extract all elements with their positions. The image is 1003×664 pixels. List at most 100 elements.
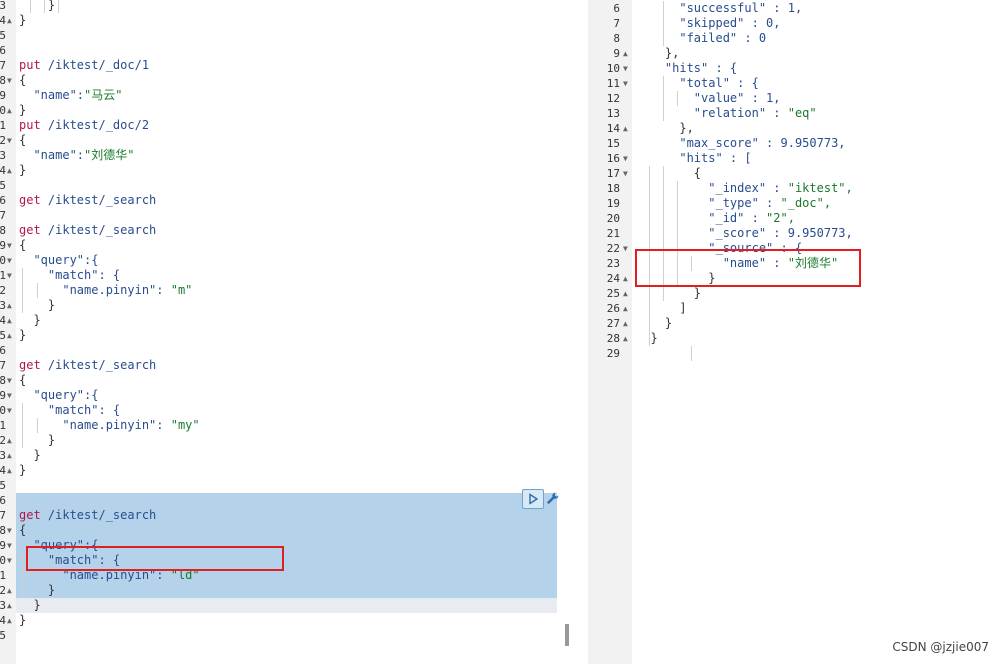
- line-number: 4: [0, 614, 6, 627]
- code-line: "_type" : "_doc",: [636, 196, 831, 211]
- fold-toggle-icon[interactable]: ▼: [7, 73, 12, 88]
- code-token: }: [636, 286, 702, 300]
- response-viewer: 6 "successful" : 1, 7 "skipped" : 0, 8 "fa…: [588, 0, 1003, 664]
- code-token: "2",: [766, 211, 795, 225]
- line-number: 11: [606, 77, 620, 90]
- line-number: 5: [0, 479, 6, 492]
- code-token: "_doc",: [780, 196, 832, 210]
- fold-toggle-icon[interactable]: ▼: [623, 76, 628, 91]
- code-line: }: [19, 463, 26, 478]
- code-token: "match": {: [19, 268, 121, 282]
- code-token: "match": {: [19, 403, 121, 417]
- fold-toggle-icon[interactable]: ▼: [7, 373, 12, 388]
- pane-divider[interactable]: ||: [572, 0, 589, 664]
- code-line: "name":"马云": [19, 88, 122, 103]
- line-number: 4: [0, 314, 6, 327]
- code-token: },: [636, 121, 694, 135]
- code-line: {: [19, 133, 26, 148]
- code-token: }: [19, 598, 41, 612]
- line-number: 9: [0, 389, 6, 402]
- line-number: 7: [0, 209, 6, 222]
- line-number: 29: [606, 347, 620, 360]
- line-number: 28: [606, 332, 620, 345]
- code-token: get: [19, 193, 48, 207]
- code-token: /iktest/_search: [47, 358, 157, 372]
- editor-scrollbar[interactable]: [565, 624, 569, 646]
- fold-toggle-icon[interactable]: ▼: [7, 268, 12, 283]
- code-line: "hits" : {: [636, 61, 737, 76]
- code-token: "hits" : [: [636, 151, 752, 165]
- code-line: put /iktest/_doc/2: [19, 118, 149, 133]
- code-token: }: [19, 103, 27, 117]
- code-token: "successful" :: [636, 1, 788, 15]
- line-number: 2: [0, 434, 6, 447]
- code-line: }: [19, 298, 55, 313]
- fold-end-icon: ▲: [7, 301, 12, 310]
- code-line: }: [19, 103, 26, 118]
- line-number: 9: [613, 47, 620, 60]
- kibana-dev-tools: 3 } 4 ▲} 5 6 7 put /iktest/_doc/1 8 ▼{9 "name":"…: [0, 0, 1003, 664]
- code-token: }: [636, 316, 673, 330]
- code-line: }: [636, 286, 701, 301]
- line-number: 4: [0, 464, 6, 477]
- fold-toggle-icon[interactable]: ▼: [623, 151, 628, 166]
- fold-toggle-icon[interactable]: ▼: [7, 238, 12, 253]
- line-number: 3: [0, 149, 6, 162]
- line-number: 15: [606, 137, 620, 150]
- line-number: 7: [0, 359, 6, 372]
- line-number: 12: [606, 92, 620, 105]
- code-token: {: [636, 166, 702, 180]
- request-editor[interactable]: 3 } 4 ▲} 5 6 7 put /iktest/_doc/1 8 ▼{9 "name":"…: [0, 0, 572, 664]
- code-token: "name.pinyin":: [19, 283, 171, 297]
- line-number: 3: [0, 0, 6, 12]
- play-icon[interactable]: [522, 489, 544, 509]
- code-token: "query":{: [19, 253, 99, 267]
- line-number: 1: [0, 569, 6, 582]
- line-number: 3: [0, 299, 6, 312]
- fold-end-icon: ▲: [623, 289, 628, 298]
- line-number: 8: [0, 224, 6, 237]
- code-token: "eq": [787, 106, 817, 120]
- fold-toggle-icon[interactable]: ▼: [7, 553, 12, 568]
- code-token: get: [19, 223, 48, 237]
- fold-toggle-icon[interactable]: ▼: [623, 61, 628, 76]
- code-token: put: [19, 118, 48, 132]
- code-line: {: [19, 523, 26, 538]
- code-token: get: [19, 508, 48, 522]
- line-number: 8: [613, 32, 620, 45]
- line-number: 7: [0, 509, 6, 522]
- code-token: "relation" :: [636, 106, 788, 120]
- code-line: }: [19, 313, 40, 328]
- fold-toggle-icon[interactable]: ▼: [7, 253, 12, 268]
- code-token: }: [19, 298, 56, 312]
- line-number: 2: [0, 284, 6, 297]
- indent-guide: [691, 346, 692, 361]
- code-line: "_id" : "2",: [636, 211, 795, 226]
- line-number: 6: [0, 194, 6, 207]
- code-token: "my": [170, 418, 200, 432]
- code-line: }: [19, 613, 26, 628]
- code-token: get: [19, 358, 48, 372]
- fold-toggle-icon[interactable]: ▼: [7, 403, 12, 418]
- wrench-icon[interactable]: [546, 491, 560, 507]
- line-number: 5: [0, 629, 6, 642]
- fold-toggle-icon[interactable]: ▼: [623, 241, 628, 256]
- line-number: 10: [606, 62, 620, 75]
- code-token: /iktest/_search: [47, 508, 157, 522]
- code-line: }: [19, 448, 40, 463]
- code-token: 1,: [787, 1, 803, 15]
- fold-toggle-icon[interactable]: ▼: [7, 388, 12, 403]
- fold-toggle-icon[interactable]: ▼: [7, 538, 12, 553]
- fold-toggle-icon[interactable]: ▼: [7, 133, 12, 148]
- code-line: }: [19, 163, 26, 178]
- line-number: 6: [0, 344, 6, 357]
- fold-toggle-icon[interactable]: ▼: [623, 166, 628, 181]
- highlight-box-result: [635, 249, 861, 287]
- code-token: "value" :: [636, 91, 767, 105]
- code-token: /iktest/_search: [47, 193, 157, 207]
- fold-toggle-icon[interactable]: ▼: [7, 523, 12, 538]
- code-token: {: [19, 73, 27, 87]
- line-number: 5: [0, 29, 6, 42]
- code-token: "name.pinyin":: [19, 418, 171, 432]
- line-number: 23: [606, 257, 620, 270]
